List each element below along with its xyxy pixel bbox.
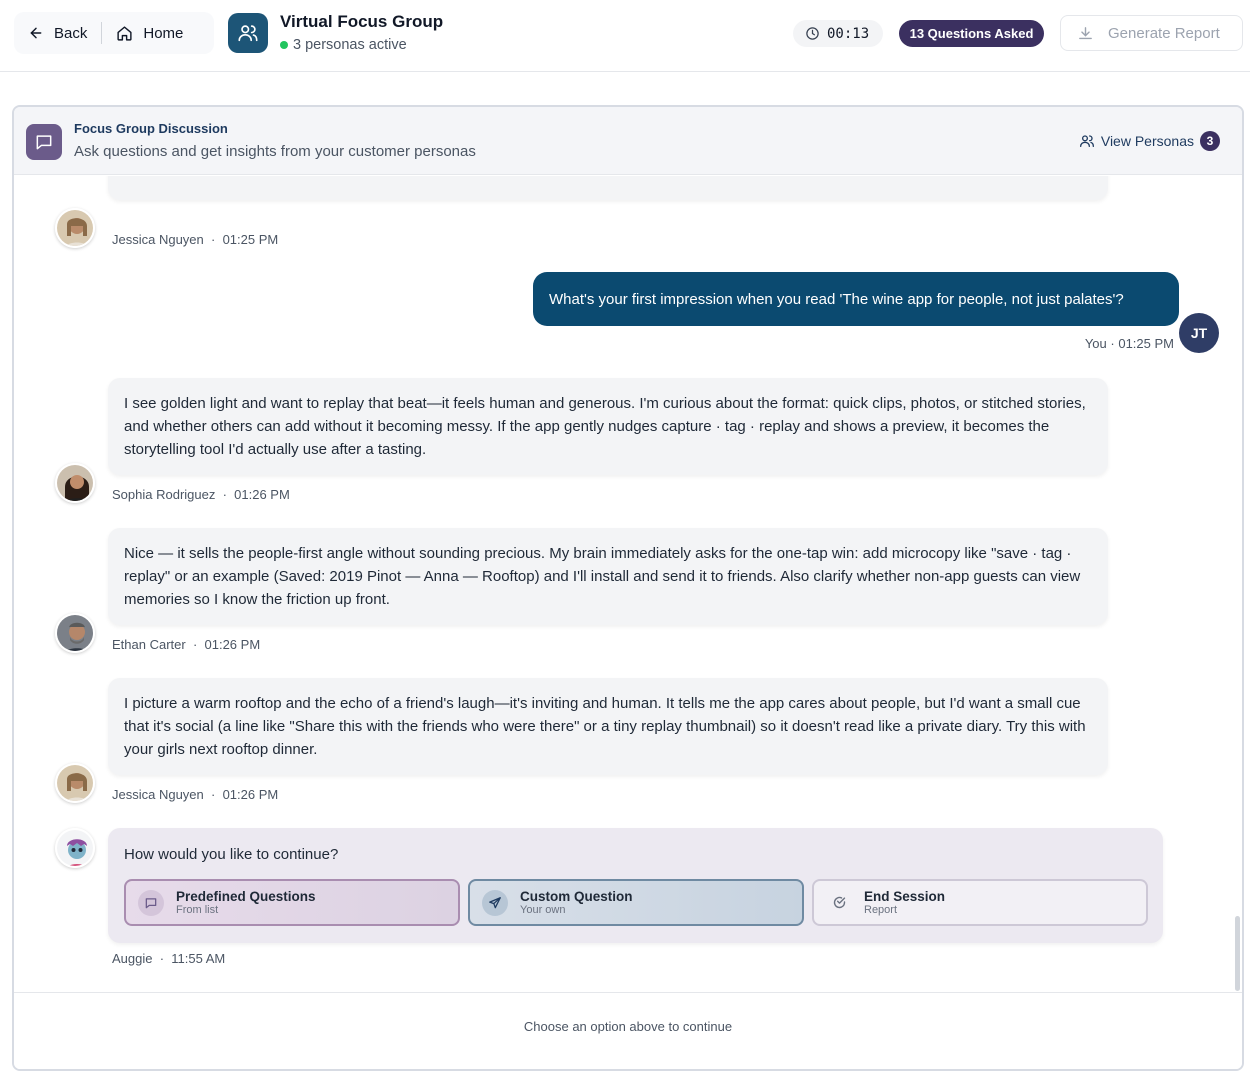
message-meta: Auggie · 11:55 AM (112, 951, 226, 966)
panel-title: Focus Group Discussion (74, 121, 228, 136)
discussion-logo (26, 124, 62, 160)
message-meta: Jessica Nguyen · 01:26 PM (112, 787, 279, 802)
footer-hint: Choose an option above to continue (523, 1019, 733, 1034)
view-personas-button[interactable]: View Personas 3 (1079, 131, 1220, 151)
message-time: 01:25 PM (222, 232, 279, 247)
chat-icon (36, 135, 52, 150)
users-icon (1079, 135, 1094, 147)
message-meta: Jessica Nguyen · 01:25 PM (112, 232, 279, 247)
send-icon (482, 889, 508, 916)
message-time: 01:26 PM (204, 637, 261, 652)
message-author: Ethan Carter (112, 637, 186, 652)
user-message-bubble: What's your first impression when you re… (533, 272, 1179, 326)
timer-value: 00:13 (827, 25, 870, 42)
page-title: Virtual Focus Group (280, 12, 444, 31)
persona-count-badge: 3 (1200, 131, 1220, 151)
panel-footer: Choose an option above to continue (14, 992, 1242, 1069)
message-author: Jessica Nguyen (112, 232, 204, 247)
persona-avatar (55, 208, 95, 248)
message-text: I see golden light and want to replay th… (124, 395, 1086, 458)
persona-avatar (55, 463, 95, 503)
message-text: Nice — it sells the people-first angle w… (124, 545, 1081, 608)
personas-active-text: 3 personas active (293, 37, 407, 53)
view-personas-label: View Personas (1100, 133, 1194, 149)
message-meta: Ethan Carter · 01:26 PM (112, 637, 261, 652)
chat-icon (138, 889, 164, 916)
custom-question-button[interactable]: Custom Question Your own (468, 879, 804, 926)
home-icon (117, 25, 132, 41)
message-text: I picture a warm rooftop and the echo of… (124, 695, 1086, 758)
clock-icon (806, 27, 819, 40)
panel-header: Focus Group Discussion Ask questions and… (14, 107, 1242, 175)
scrollbar[interactable] (1235, 916, 1240, 991)
online-dot-icon (280, 41, 288, 49)
message-bubble (108, 176, 1108, 200)
panel-subtitle: Ask questions and get insights from your… (74, 143, 476, 160)
home-button[interactable]: Home (102, 12, 197, 54)
app-logo (228, 13, 268, 53)
download-icon (1079, 26, 1092, 39)
option-title: Predefined Questions (176, 889, 316, 904)
session-timer: 00:13 (793, 20, 883, 47)
message-meta: Sophia Rodriguez · 01:26 PM (112, 487, 290, 502)
predefined-questions-button[interactable]: Predefined Questions From list (124, 879, 460, 926)
message-bubble: I see golden light and want to replay th… (108, 378, 1108, 475)
continue-question: How would you like to continue? (124, 846, 339, 863)
message-bubble: Nice — it sells the people-first angle w… (108, 528, 1108, 625)
message-time: 11:55 AM (171, 951, 226, 966)
message-time: 01:26 PM (234, 487, 290, 502)
back-label: Back (54, 24, 88, 42)
message-author: Jessica Nguyen (112, 787, 204, 802)
option-subtitle: Report (864, 904, 898, 916)
top-bar: Back Home Virtual Focus Group 3 personas… (0, 0, 1250, 72)
questions-asked-badge: 13 Questions Asked (899, 20, 1044, 47)
back-button[interactable]: Back (14, 12, 101, 54)
message-author: Auggie (112, 951, 153, 966)
option-subtitle: Your own (520, 904, 566, 916)
option-title: End Session (864, 889, 946, 904)
home-label: Home (143, 24, 184, 42)
message-time: 01:26 PM (222, 787, 279, 802)
message-author: You (1084, 336, 1107, 351)
generate-report-button[interactable]: Generate Report (1060, 15, 1243, 51)
generate-report-label: Generate Report (1108, 24, 1220, 42)
message-bubble: I picture a warm rooftop and the echo of… (108, 678, 1108, 775)
end-session-button[interactable]: End Session Report (812, 879, 1148, 926)
user-message-meta: You · 01:25 PM (1084, 336, 1174, 351)
chat-thread[interactable]: Jessica Nguyen · 01:25 PM What's your fi… (14, 176, 1242, 992)
persona-avatar (55, 613, 95, 653)
check-circle-icon (826, 890, 852, 916)
message-author: Sophia Rodriguez (112, 487, 216, 502)
assistant-avatar (55, 828, 95, 868)
message-text: What's your first impression when you re… (549, 290, 1124, 308)
personas-status: 3 personas active (280, 37, 407, 53)
user-avatar: JT (1179, 313, 1219, 353)
users-icon (238, 25, 258, 42)
focus-group-panel: Focus Group Discussion Ask questions and… (12, 105, 1244, 1071)
arrow-left-icon (30, 27, 42, 39)
option-title: Custom Question (520, 889, 633, 904)
persona-avatar (55, 763, 95, 803)
nav-group: Back Home (14, 12, 214, 54)
option-subtitle: From list (176, 904, 219, 916)
continue-options-card: How would you like to continue? Predefin… (108, 828, 1163, 943)
message-time: 01:25 PM (1118, 336, 1174, 351)
